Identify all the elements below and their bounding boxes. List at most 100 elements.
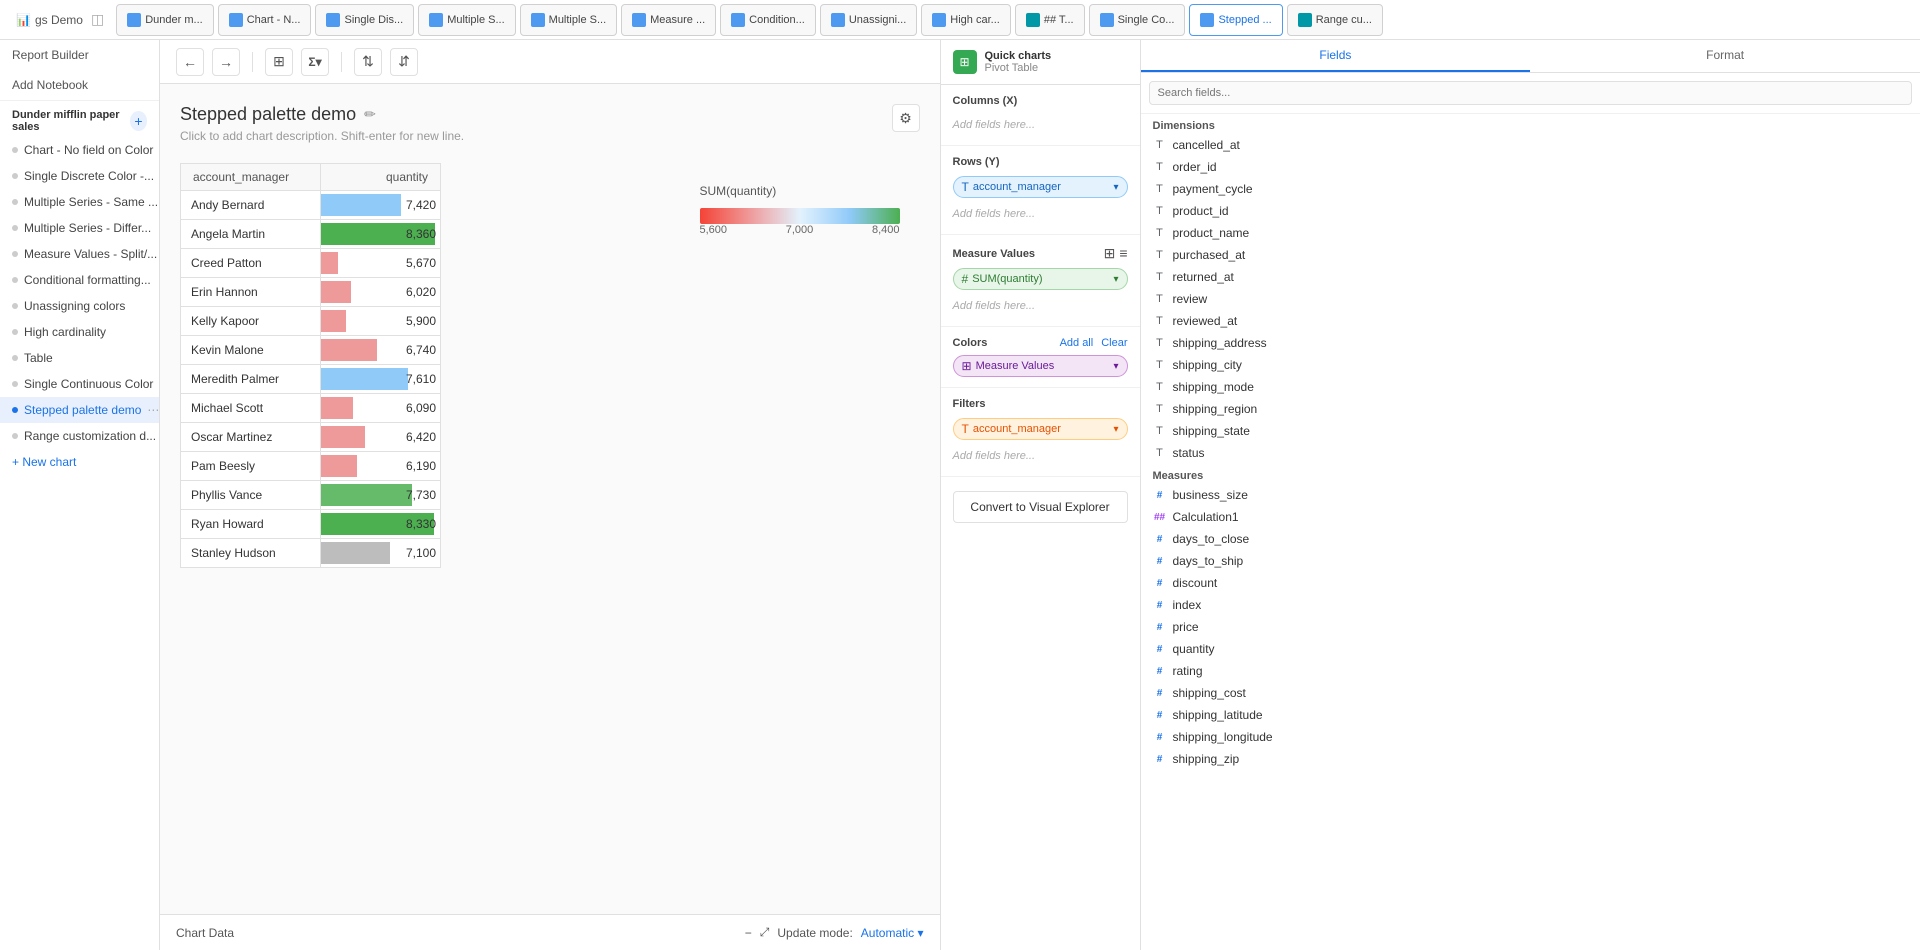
- sidebar-item[interactable]: Multiple Series - Differ...: [0, 215, 159, 241]
- sidebar-item[interactable]: Range customization d...: [0, 423, 159, 449]
- sidebar-item[interactable]: Table: [0, 345, 159, 371]
- expand-button[interactable]: ⤢: [760, 925, 770, 940]
- field-type-icon: T: [1153, 447, 1167, 459]
- columns-x-placeholder[interactable]: Add fields here...: [953, 115, 1128, 135]
- field-type-icon: #: [1153, 622, 1167, 633]
- dimension-field-item[interactable]: Tproduct_name: [1141, 222, 1920, 244]
- rows-y-field-chip[interactable]: T account_manager ▾: [953, 176, 1128, 198]
- measure-field-item[interactable]: #shipping_longitude: [1141, 726, 1920, 748]
- dimension-field-item[interactable]: Torder_id: [1141, 156, 1920, 178]
- filters-field-chip[interactable]: T account_manager ▾: [953, 418, 1128, 440]
- measure-field-item[interactable]: #shipping_zip: [1141, 748, 1920, 770]
- sidebar-item[interactable]: Multiple Series - Same ...: [0, 189, 159, 215]
- tab-range-cu...[interactable]: Range cu...: [1287, 4, 1383, 36]
- chart-settings-button[interactable]: ⚙: [892, 104, 920, 132]
- dimension-field-item[interactable]: Tshipping_mode: [1141, 376, 1920, 398]
- measure-field-item[interactable]: #shipping_latitude: [1141, 704, 1920, 726]
- filters-placeholder[interactable]: Add fields here...: [953, 446, 1128, 466]
- sidebar-item[interactable]: High cardinality: [0, 319, 159, 345]
- sidebar-item[interactable]: Measure Values - Split/...: [0, 241, 159, 267]
- field-type-icon: #: [1153, 556, 1167, 567]
- measure-field-item[interactable]: #rating: [1141, 660, 1920, 682]
- tab-stepped-...[interactable]: Stepped ...: [1189, 4, 1282, 36]
- col-account-manager[interactable]: account_manager: [181, 164, 321, 191]
- colors-clear[interactable]: Clear: [1101, 337, 1127, 349]
- sidebar-item-dot: [12, 381, 18, 387]
- dimension-field-item[interactable]: Tpayment_cycle: [1141, 178, 1920, 200]
- tab-single-co...[interactable]: Single Co...: [1089, 4, 1186, 36]
- app-collapse-icon[interactable]: ◫: [91, 11, 104, 28]
- tab-fields[interactable]: Fields: [1141, 40, 1531, 72]
- dimension-field-item[interactable]: Tshipping_state: [1141, 420, 1920, 442]
- measure-field-item[interactable]: #quantity: [1141, 638, 1920, 660]
- sidebar-item[interactable]: Unassigning colors: [0, 293, 159, 319]
- measure-field-item[interactable]: #days_to_ship: [1141, 550, 1920, 572]
- dimension-field-item[interactable]: Tstatus: [1141, 442, 1920, 464]
- tab-measure-...[interactable]: Measure ...: [621, 4, 716, 36]
- sidebar-item-dot: [12, 277, 18, 283]
- table-row: Oscar Martinez6,420: [181, 423, 441, 452]
- measure-field-item[interactable]: #index: [1141, 594, 1920, 616]
- forward-button[interactable]: →: [212, 48, 240, 76]
- tab-multiple-s...[interactable]: Multiple S...: [520, 4, 617, 36]
- tab-format[interactable]: Format: [1530, 40, 1920, 72]
- sidebar-item[interactable]: Stepped palette demo⋯: [0, 397, 159, 423]
- row-name: Pam Beesly: [181, 452, 321, 481]
- sidebar-item[interactable]: Chart - No field on Color: [0, 137, 159, 163]
- sidebar-item[interactable]: Single Discrete Color -...: [0, 163, 159, 189]
- measure-value-chip[interactable]: # SUM(quantity) ▾: [953, 268, 1128, 290]
- sidebar-item-more[interactable]: ⋯: [147, 403, 159, 417]
- tab-multiple-s...[interactable]: Multiple S...: [418, 4, 515, 36]
- colors-add-all[interactable]: Add all: [1060, 337, 1094, 349]
- tab-unassigni...[interactable]: Unassigni...: [820, 4, 917, 36]
- measure-field-item[interactable]: #business_size: [1141, 484, 1920, 506]
- view-button[interactable]: ⊞: [265, 48, 293, 76]
- colors-field-chip[interactable]: ⊞ Measure Values ▾: [953, 355, 1128, 377]
- sidebar-add-button[interactable]: +: [130, 111, 147, 131]
- measure-field-item[interactable]: ##Calculation1: [1141, 506, 1920, 528]
- search-input[interactable]: [1149, 81, 1913, 105]
- tab-##-t...[interactable]: ## T...: [1015, 4, 1085, 36]
- tab-chart---n...[interactable]: Chart - N...: [218, 4, 312, 36]
- measure-grid-icon[interactable]: ⊞: [1104, 245, 1116, 262]
- tab-high-car...[interactable]: High car...: [921, 4, 1011, 36]
- row-bar-cell: 6,090: [321, 394, 441, 423]
- back-button[interactable]: ←: [176, 48, 204, 76]
- measure-field-item[interactable]: #price: [1141, 616, 1920, 638]
- measure-field-item[interactable]: #shipping_cost: [1141, 682, 1920, 704]
- dimension-field-item[interactable]: Treturned_at: [1141, 266, 1920, 288]
- dimension-field-item[interactable]: Tshipping_city: [1141, 354, 1920, 376]
- measure-chip-icon: #: [962, 272, 969, 286]
- tab-single-dis...[interactable]: Single Dis...: [315, 4, 414, 36]
- measure-list-icon[interactable]: ≡: [1119, 245, 1127, 262]
- sidebar-add-notebook[interactable]: Add Notebook: [0, 70, 159, 100]
- convert-button[interactable]: Convert to Visual Explorer: [953, 491, 1128, 523]
- sort-asc-button[interactable]: ⇅: [354, 48, 382, 76]
- col-quantity[interactable]: quantity: [321, 164, 441, 191]
- sidebar-item[interactable]: Conditional formatting...: [0, 267, 159, 293]
- chart-subtitle[interactable]: Click to add chart description. Shift-en…: [180, 129, 920, 143]
- dimension-field-item[interactable]: Tpurchased_at: [1141, 244, 1920, 266]
- measure-placeholder[interactable]: Add fields here...: [953, 296, 1128, 316]
- sort-desc-button[interactable]: ⇵: [390, 48, 418, 76]
- sidebar-new-chart[interactable]: + New chart: [0, 449, 159, 475]
- dimension-field-item[interactable]: Tshipping_region: [1141, 398, 1920, 420]
- sidebar-report-builder[interactable]: Report Builder: [0, 40, 159, 70]
- minimize-button[interactable]: −: [745, 926, 752, 940]
- tab-condition...[interactable]: Condition...: [720, 4, 816, 36]
- measure-field-item[interactable]: #discount: [1141, 572, 1920, 594]
- field-name: shipping_state: [1173, 424, 1250, 438]
- measure-field-item[interactable]: #days_to_close: [1141, 528, 1920, 550]
- rows-y-placeholder[interactable]: Add fields here...: [953, 204, 1128, 224]
- sum-button[interactable]: Σ▾: [301, 48, 329, 76]
- dimension-field-item[interactable]: Treviewed_at: [1141, 310, 1920, 332]
- update-mode-value[interactable]: Automatic ▾: [861, 926, 924, 940]
- dimension-field-item[interactable]: Tshipping_address: [1141, 332, 1920, 354]
- dimension-field-item[interactable]: Tproduct_id: [1141, 200, 1920, 222]
- chart-edit-icon[interactable]: ✏: [364, 106, 376, 123]
- sidebar-item[interactable]: Single Continuous Color: [0, 371, 159, 397]
- field-name: quantity: [1173, 642, 1215, 656]
- dimension-field-item[interactable]: Treview: [1141, 288, 1920, 310]
- tab-dunder-m...[interactable]: Dunder m...: [116, 4, 213, 36]
- dimension-field-item[interactable]: Tcancelled_at: [1141, 134, 1920, 156]
